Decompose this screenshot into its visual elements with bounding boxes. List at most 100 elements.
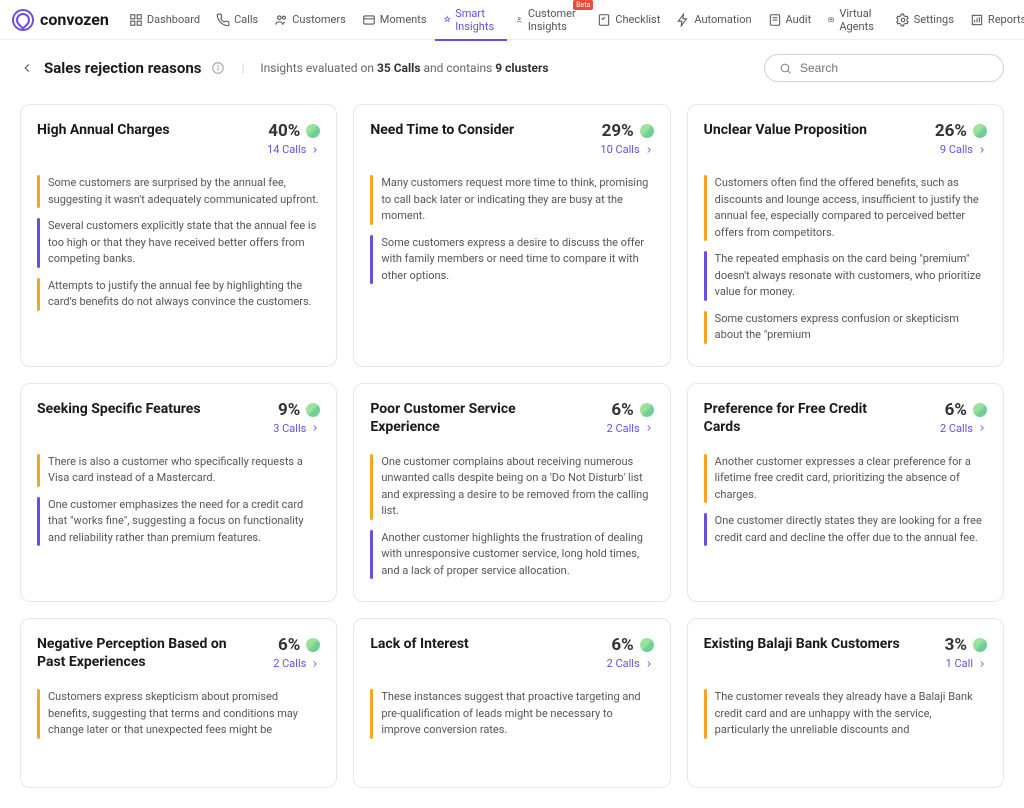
nav-icon — [274, 13, 288, 27]
search-input[interactable] — [800, 61, 989, 75]
card-percent: 6% — [278, 635, 300, 655]
insight-item: Another customer highlights the frustrat… — [370, 530, 653, 580]
cluster-card: Preference for Free Credit Cards6%2 Call… — [687, 383, 1004, 603]
calls-label: 2 Calls — [273, 657, 306, 670]
insight-bar-icon — [37, 689, 40, 739]
nav-calls[interactable]: Calls — [208, 0, 266, 40]
card-percent: 6% — [611, 400, 633, 420]
card-title: Seeking Specific Features — [37, 400, 201, 418]
insight-item: The repeated emphasis on the card being … — [704, 251, 987, 301]
calls-link[interactable]: 2 Calls — [607, 422, 654, 435]
page-title: Sales rejection reasons — [44, 59, 201, 77]
card-title: Unclear Value Proposition — [704, 121, 867, 139]
insight-bar-icon — [704, 175, 707, 241]
insight-text: Several customers explicitly state that … — [48, 218, 320, 268]
chevron-right-icon — [310, 423, 320, 433]
chevron-right-icon — [977, 423, 987, 433]
insight-bar-icon — [37, 278, 40, 311]
card-stats: 29%10 Calls — [600, 121, 653, 156]
globe-icon — [973, 403, 987, 417]
nav-label: Dashboard — [147, 13, 200, 26]
nav-label: Automation — [694, 13, 751, 26]
calls-link[interactable]: 9 Calls — [935, 143, 987, 156]
insight-item: Attempts to justify the annual fee by hi… — [37, 278, 320, 311]
calls-link[interactable]: 2 Calls — [940, 422, 987, 435]
nav-label: Calls — [234, 13, 258, 26]
insight-item: These instances suggest that proactive t… — [370, 689, 653, 739]
insight-bar-icon — [37, 175, 40, 208]
info-mid: and contains — [420, 61, 495, 75]
globe-icon — [640, 638, 654, 652]
insight-text: Customers express skepticism about promi… — [48, 689, 320, 739]
insight-text: Some customers express confusion or skep… — [715, 311, 987, 344]
calls-label: 2 Calls — [607, 422, 640, 435]
calls-label: 9 Calls — [940, 143, 973, 156]
card-stats: 6%2 Calls — [940, 400, 987, 435]
insight-bar-icon — [37, 454, 40, 487]
card-title: Poor Customer Service Experience — [370, 400, 568, 436]
info-icon[interactable] — [211, 61, 225, 75]
nav-moments[interactable]: Moments — [354, 0, 435, 40]
nav-label: Settings — [914, 13, 954, 26]
card-title: Existing Balaji Bank Customers — [704, 635, 900, 653]
nav-smart-insights[interactable]: Smart Insights — [435, 0, 508, 40]
nav-label: Audit — [786, 13, 812, 26]
globe-icon — [973, 638, 987, 652]
divider: | — [241, 61, 244, 75]
sub-header: Sales rejection reasons | Insights evalu… — [0, 40, 1024, 96]
card-header: Poor Customer Service Experience 6% 2 Call… — [370, 400, 653, 440]
nav-icon — [676, 13, 690, 27]
cluster-card: Poor Customer Service Experience 6% 2 Call… — [353, 383, 670, 603]
nav-icon — [216, 13, 230, 27]
nav-reports[interactable]: Reports — [962, 0, 1024, 40]
calls-link[interactable]: 2 Calls — [273, 657, 320, 670]
card-header: Unclear Value Proposition 26% 9 Calls — [704, 121, 987, 161]
nav-checklist[interactable]: Checklist — [589, 0, 668, 40]
cluster-card: Unclear Value Proposition 26% 9 Calls Custo… — [687, 104, 1004, 367]
calls-link[interactable]: 14 Calls — [267, 143, 320, 156]
calls-link[interactable]: 10 Calls — [600, 143, 653, 156]
calls-label: 10 Calls — [600, 143, 639, 156]
insight-bar-icon — [370, 689, 373, 739]
search-box[interactable] — [764, 54, 1004, 82]
nav-audit[interactable]: Audit — [760, 0, 820, 40]
card-percent: 9% — [278, 400, 300, 420]
insight-text: These instances suggest that proactive t… — [381, 689, 653, 739]
card-percent: 26% — [935, 121, 967, 141]
cluster-card: Need Time to Consider29%10 CallsMany cus… — [353, 104, 670, 367]
back-icon[interactable] — [20, 61, 34, 75]
card-title: Lack of Interest — [370, 635, 468, 653]
insight-item: Some customers are surprised by the annu… — [37, 175, 320, 208]
insight-bar-icon — [704, 454, 707, 504]
globe-icon — [306, 638, 320, 652]
insight-bar-icon — [704, 251, 707, 301]
nav-automation[interactable]: Automation — [668, 0, 759, 40]
insight-item: Several customers explicitly state that … — [37, 218, 320, 268]
calls-label: 1 Call — [946, 657, 973, 670]
nav-label: Virtual Agents — [839, 7, 879, 33]
card-title: High Annual Charges — [37, 121, 170, 139]
nav-virtual-agents[interactable]: Virtual Agents — [819, 0, 888, 40]
insight-item: The customer reveals they already have a… — [704, 689, 987, 739]
insight-bar-icon — [370, 530, 373, 580]
insight-text: One customer emphasizes the need for a c… — [48, 497, 320, 547]
calls-label: 2 Calls — [607, 657, 640, 670]
calls-link[interactable]: 3 Calls — [273, 422, 320, 435]
insight-item: One customer directly states they are lo… — [704, 513, 987, 546]
card-title: Negative Perception Based on Past Experi… — [37, 635, 235, 671]
insight-item: There is also a customer who specificall… — [37, 454, 320, 487]
calls-link[interactable]: 2 Calls — [607, 657, 654, 670]
insight-text: One customer complains about receiving n… — [381, 454, 653, 520]
nav-customer-insights[interactable]: Customer InsightsBeta — [507, 0, 589, 40]
nav-label: Moments — [380, 13, 427, 26]
calls-link[interactable]: 1 Call — [945, 657, 987, 670]
nav-customers[interactable]: Customers — [266, 0, 354, 40]
insight-bar-icon — [37, 218, 40, 268]
brand-logo[interactable]: convozen — [12, 9, 109, 31]
insight-bar-icon — [370, 454, 373, 520]
card-header: Existing Balaji Bank Customers3%1 Call — [704, 635, 987, 675]
nav-icon — [515, 13, 523, 27]
nav-settings[interactable]: Settings — [888, 0, 962, 40]
insight-text: Customers often find the offered benefit… — [715, 175, 987, 241]
nav-dashboard[interactable]: Dashboard — [121, 0, 208, 40]
